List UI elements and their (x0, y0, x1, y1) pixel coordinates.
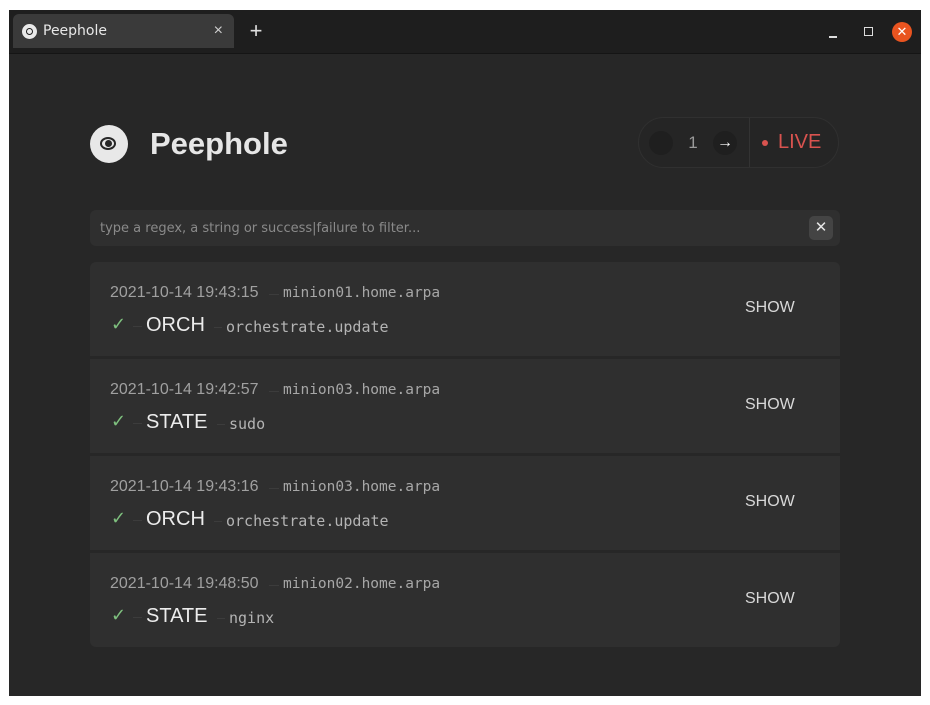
filter-bar: ✕ (90, 210, 840, 246)
maximize-button[interactable] (862, 22, 876, 42)
job-kind: ORCH (133, 314, 205, 336)
next-page-button[interactable]: → (713, 130, 737, 155)
tab-title: Peephole (43, 23, 107, 39)
job-function: sudo (216, 415, 266, 433)
pager-divider (749, 118, 750, 167)
success-check-icon: ✓ (111, 314, 127, 335)
live-dot-icon (762, 139, 768, 146)
page-title: Peephole (150, 126, 288, 161)
job-function: orchestrate.update (214, 318, 389, 336)
job-row: 2021-10-14 19:48:50 minion02.home.arpa ✓… (90, 553, 840, 647)
job-row: 2021-10-14 19:43:15 minion01.home.arpa ✓… (90, 262, 840, 359)
job-kind: STATE (132, 605, 208, 627)
show-button[interactable]: SHOW (745, 396, 795, 414)
job-timestamp: 2021-10-14 19:43:15 (110, 284, 259, 301)
job-kind: ORCH (133, 508, 205, 530)
live-label: LIVE (778, 131, 822, 153)
live-toggle[interactable]: LIVE (762, 131, 821, 154)
new-tab-button[interactable]: + (245, 19, 267, 43)
job-minion: minion03.home.arpa (268, 382, 441, 398)
show-button[interactable]: SHOW (745, 590, 795, 608)
previous-page-button[interactable] (649, 130, 673, 155)
job-timestamp: 2021-10-14 19:42:57 (110, 381, 259, 398)
minimize-button[interactable] (827, 22, 841, 42)
page-number: 1 (688, 132, 698, 152)
job-row: 2021-10-14 19:43:16 minion03.home.arpa ✓… (90, 456, 840, 553)
job-list: 2021-10-14 19:43:15 minion01.home.arpa ✓… (90, 262, 840, 647)
job-kind: STATE (132, 411, 208, 433)
eye-icon (90, 125, 128, 163)
job-timestamp: 2021-10-14 19:43:16 (110, 478, 259, 495)
job-minion: minion02.home.arpa (268, 576, 441, 592)
success-check-icon: ✓ (111, 508, 127, 529)
clear-filter-button[interactable]: ✕ (809, 216, 833, 240)
main-content: Peephole 1 → LIVE ✕ 2021-10-14 19:43:15 … (9, 54, 921, 696)
filter-input[interactable] (90, 210, 800, 246)
job-minion: minion03.home.arpa (268, 479, 441, 495)
pagination-control: 1 → LIVE (638, 117, 839, 168)
window-close-button[interactable]: ✕ (892, 22, 912, 42)
job-row: 2021-10-14 19:42:57 minion03.home.arpa ✓… (90, 359, 840, 456)
browser-tab[interactable]: Peephole × (13, 14, 234, 48)
show-button[interactable]: SHOW (745, 493, 795, 511)
title-bar: Peephole × + ✕ (9, 10, 921, 54)
app-window: Peephole × + ✕ Peephole 1 → LIVE ✕ (9, 10, 921, 696)
eye-icon (22, 23, 37, 39)
job-function: nginx (216, 609, 275, 627)
success-check-icon: ✓ (111, 411, 127, 432)
show-button[interactable]: SHOW (745, 299, 795, 317)
job-timestamp: 2021-10-14 19:48:50 (110, 575, 259, 592)
success-check-icon: ✓ (111, 605, 127, 626)
job-minion: minion01.home.arpa (268, 285, 441, 301)
job-function: orchestrate.update (214, 512, 389, 530)
tab-close-icon[interactable]: × (214, 23, 223, 39)
